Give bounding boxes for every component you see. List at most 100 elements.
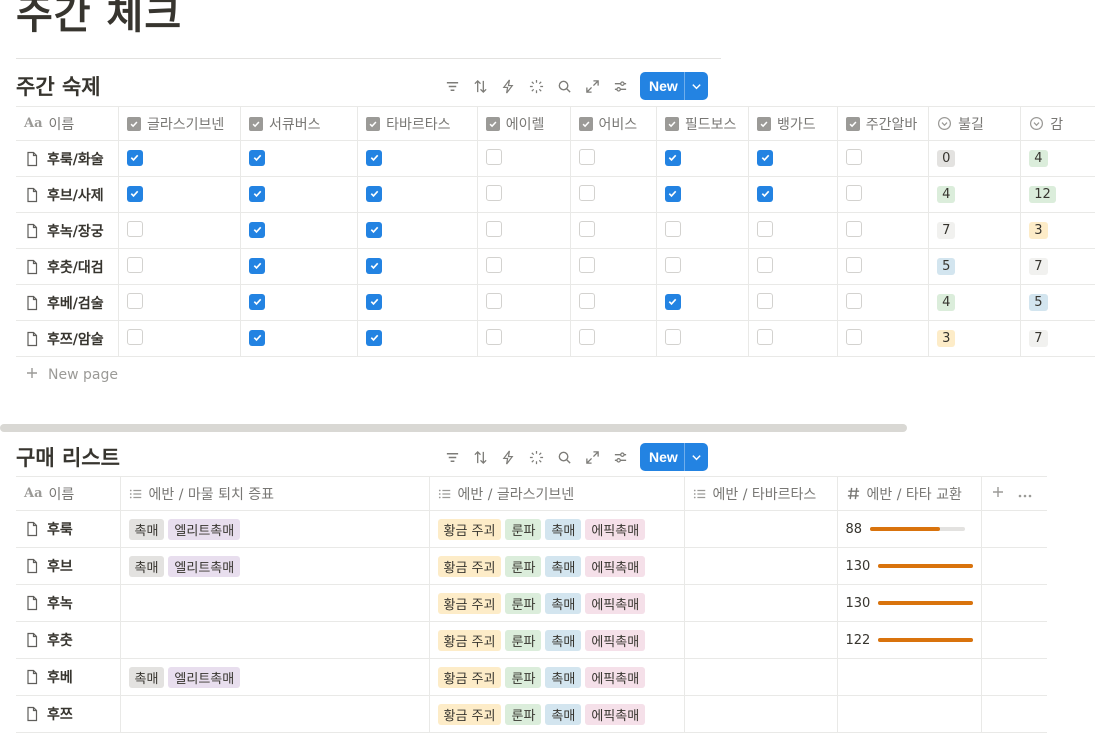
sort-icon[interactable] <box>466 72 494 100</box>
column-header-1[interactable]: 글라스기브넨 <box>118 106 242 141</box>
multiselect-cell[interactable] <box>120 584 430 622</box>
checkbox-unchecked[interactable] <box>664 256 681 273</box>
checkbox-unchecked[interactable] <box>126 328 143 345</box>
checkbox-checked[interactable] <box>126 149 143 166</box>
checkbox-checked[interactable] <box>126 185 143 202</box>
checkbox-unchecked[interactable] <box>578 292 595 309</box>
column-header-5[interactable]: 어비스 <box>570 106 657 141</box>
name-cell[interactable]: 후춧 <box>16 621 121 659</box>
more-icon[interactable] <box>1018 486 1032 502</box>
column-header-2[interactable]: 에반 / 글라스기브넨 <box>429 476 685 511</box>
new-button[interactable]: New <box>640 72 708 100</box>
column-header-0[interactable]: Aa 이름 <box>16 476 121 511</box>
checkbox-unchecked[interactable] <box>485 148 502 165</box>
name-cell[interactable]: 후쯔 <box>16 695 121 733</box>
checkbox-unchecked[interactable] <box>757 256 773 273</box>
name-cell[interactable]: 후룩/화술 <box>16 140 119 177</box>
table-row[interactable]: 후베/검술 4 5 <box>16 284 1095 321</box>
name-cell[interactable]: 후녹 <box>16 584 121 622</box>
column-header-0[interactable]: Aa 이름 <box>16 106 119 141</box>
checkbox-unchecked[interactable] <box>578 184 595 201</box>
checkbox-checked[interactable] <box>249 329 266 346</box>
multiselect-cell[interactable]: 황금 주괴 룬파 촉매 에픽촉매 <box>429 658 685 696</box>
table-row[interactable]: 후춧/대검 5 7 <box>16 248 1095 285</box>
checkbox-unchecked[interactable] <box>126 220 143 237</box>
checkbox-unchecked[interactable] <box>578 256 595 273</box>
select-cell[interactable]: 7 <box>1020 248 1095 285</box>
table-row[interactable]: 후베 촉매 엘리트촉매 황금 주괴 룬파 촉매 에픽촉매 <box>16 658 1047 696</box>
filter-icon[interactable] <box>438 72 466 100</box>
select-cell[interactable]: 3 <box>928 320 1022 357</box>
search-icon[interactable] <box>550 443 578 471</box>
checkbox-unchecked[interactable] <box>845 292 862 309</box>
name-cell[interactable]: 후베 <box>16 658 121 696</box>
select-cell[interactable]: 0 <box>928 140 1022 177</box>
multiselect-cell[interactable]: 황금 주괴 룬파 촉매 에픽촉매 <box>429 584 685 622</box>
checkbox-unchecked[interactable] <box>664 220 681 237</box>
filter-icon[interactable] <box>438 443 466 471</box>
table-row[interactable]: 후브/사제 4 12 <box>16 176 1095 213</box>
checkbox-unchecked[interactable] <box>578 220 595 237</box>
select-cell[interactable]: 5 <box>1020 284 1095 321</box>
multiselect-cell[interactable]: 황금 주괴 룬파 촉매 에픽촉매 <box>429 621 685 659</box>
table-row[interactable]: 후쯔/암술 3 7 <box>16 320 1095 357</box>
name-cell[interactable]: 후춧/대검 <box>16 248 119 285</box>
multiselect-cell-empty[interactable] <box>684 584 838 622</box>
plus-icon[interactable] <box>992 486 1004 502</box>
checkbox-unchecked[interactable] <box>485 256 502 273</box>
checkbox-unchecked[interactable] <box>664 328 681 345</box>
checkbox-checked[interactable] <box>249 293 266 310</box>
checkbox-unchecked[interactable] <box>126 292 143 309</box>
table-row[interactable]: 후브 촉매 엘리트촉매 황금 주괴 룬파 촉매 에픽촉매 130 <box>16 547 1047 585</box>
name-cell[interactable]: 후녹/장궁 <box>16 212 119 249</box>
column-header-2[interactable]: 서큐버스 <box>240 106 359 141</box>
column-header-7[interactable]: 뱅가드 <box>748 106 838 141</box>
checkbox-checked[interactable] <box>757 149 773 166</box>
multiselect-cell-empty[interactable] <box>684 510 838 548</box>
lightning-icon[interactable] <box>494 72 522 100</box>
column-header-10[interactable]: 감 <box>1020 106 1095 141</box>
table-row[interactable]: 후녹 황금 주괴 룬파 촉매 에픽촉매 130 <box>16 584 1047 622</box>
checkbox-checked[interactable] <box>366 257 383 274</box>
checkbox-unchecked[interactable] <box>757 328 773 345</box>
name-cell[interactable]: 후브 <box>16 547 121 585</box>
number-cell[interactable]: 130 <box>837 547 983 585</box>
name-cell[interactable]: 후베/검술 <box>16 284 119 321</box>
weekly-db-title[interactable]: 주간 숙제 <box>16 71 101 101</box>
multiselect-cell-empty[interactable] <box>684 695 838 733</box>
number-cell[interactable]: 88 <box>837 510 983 548</box>
table-row[interactable]: 후룩 촉매 엘리트촉매 황금 주괴 룬파 촉매 에픽촉매 88 <box>16 510 1047 548</box>
checkbox-unchecked[interactable] <box>845 148 862 165</box>
purchase-db-title[interactable]: 구매 리스트 <box>16 442 120 472</box>
column-header-4[interactable]: 에이렐 <box>477 106 571 141</box>
new-button[interactable]: New <box>640 443 708 471</box>
column-header-6[interactable]: 필드보스 <box>656 106 750 141</box>
checkbox-checked[interactable] <box>249 257 266 274</box>
multiselect-cell[interactable] <box>120 621 430 659</box>
checkbox-unchecked[interactable] <box>126 256 143 273</box>
multiselect-cell-empty[interactable] <box>684 621 838 659</box>
sort-icon[interactable] <box>466 443 494 471</box>
multiselect-cell[interactable]: 황금 주괴 룬파 촉매 에픽촉매 <box>429 695 685 733</box>
checkbox-unchecked[interactable] <box>485 220 502 237</box>
table-row[interactable]: 후춧 황금 주괴 룬파 촉매 에픽촉매 122 <box>16 621 1047 659</box>
column-header-4[interactable]: 에반 / 타타 교환 <box>837 476 983 511</box>
checkbox-unchecked[interactable] <box>578 148 595 165</box>
lightning-icon[interactable] <box>494 443 522 471</box>
settings-icon[interactable] <box>606 72 634 100</box>
checkbox-unchecked[interactable] <box>845 220 862 237</box>
select-cell[interactable]: 4 <box>1020 140 1095 177</box>
checkbox-checked[interactable] <box>757 185 773 202</box>
multiselect-cell[interactable]: 황금 주괴 룬파 촉매 에픽촉매 <box>429 510 685 548</box>
multiselect-cell[interactable]: 촉매 엘리트촉매 <box>120 658 430 696</box>
name-cell[interactable]: 후쯔/암술 <box>16 320 119 357</box>
chevron-down-icon[interactable] <box>683 72 708 100</box>
checkbox-unchecked[interactable] <box>845 328 862 345</box>
checkbox-checked[interactable] <box>664 149 681 166</box>
column-header-3[interactable]: 에반 / 타바르타스 <box>684 476 838 511</box>
checkbox-unchecked[interactable] <box>485 184 502 201</box>
search-icon[interactable] <box>550 72 578 100</box>
checkbox-checked[interactable] <box>249 185 266 202</box>
name-cell[interactable]: 후브/사제 <box>16 176 119 213</box>
column-header-9[interactable]: 불길 <box>928 106 1022 141</box>
